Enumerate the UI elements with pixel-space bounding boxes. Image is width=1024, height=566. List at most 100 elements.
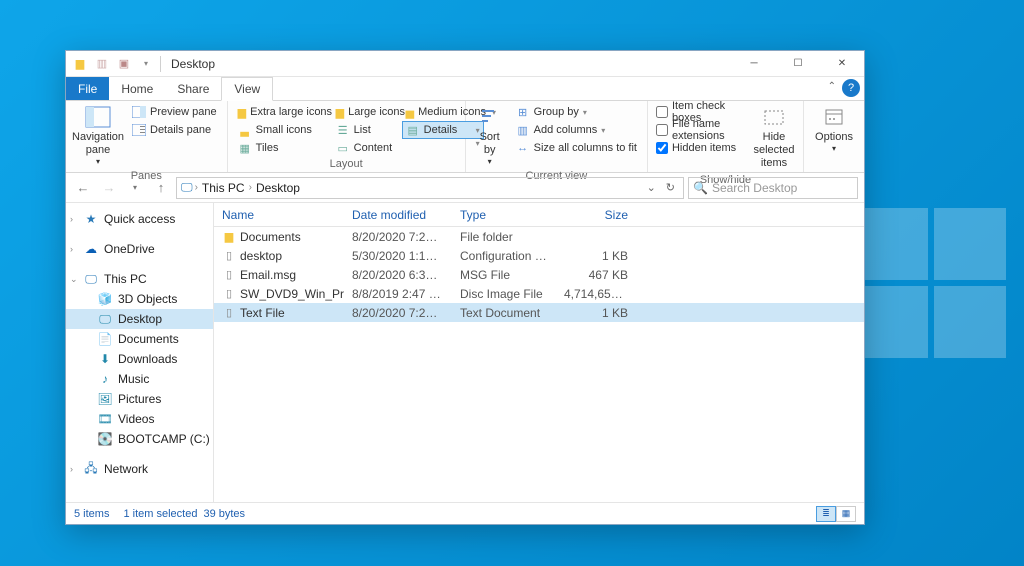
- tab-file[interactable]: File: [66, 77, 109, 100]
- main-area: ›★Quick access ›☁OneDrive ⌄🖵This PC 🧊3D …: [66, 203, 864, 502]
- folder-icon: ♪: [98, 372, 112, 386]
- hideselected-label: Hide selected items: [753, 131, 795, 171]
- ribbon-group-layout: ▆Extra large icons ▆Large icons ▅Medium …: [228, 101, 466, 172]
- view-thumbnails-button[interactable]: ▦: [836, 506, 856, 522]
- nav-up-button[interactable]: ↑: [150, 177, 172, 199]
- address-dropdown-icon[interactable]: ⌄: [643, 181, 660, 194]
- file-date: 8/8/2019 2:47 PM: [344, 287, 452, 301]
- cloud-icon: ☁: [84, 242, 98, 256]
- preview-pane-button[interactable]: Preview pane: [128, 103, 221, 121]
- sidebar-item-desktop[interactable]: 🖵Desktop: [66, 309, 213, 329]
- help-icon[interactable]: ?: [842, 79, 860, 97]
- sidebar-item-downloads[interactable]: ⬇Downloads: [66, 349, 213, 369]
- sidebar-item-bootcamp-c-[interactable]: 💽BOOTCAMP (C:): [66, 429, 213, 449]
- properties-icon[interactable]: ▥: [94, 56, 110, 72]
- quick-access-toolbar: ▆ ▥ ▣ ▾: [72, 56, 154, 72]
- layout-large-button[interactable]: ▆Large icons: [332, 103, 402, 121]
- sidebar-network-label: Network: [104, 462, 148, 476]
- groupby-button[interactable]: ⊞Group by▾: [512, 103, 641, 121]
- nav-history-button[interactable]: ▾: [124, 177, 146, 199]
- file-name: ▯Text File: [214, 306, 344, 320]
- navigation-pane-button[interactable]: Navigation pane▾: [72, 103, 124, 169]
- layout-list-button[interactable]: ☰List: [332, 121, 402, 139]
- sizeall-button[interactable]: ↔ Size all columns to fit: [512, 139, 641, 157]
- sidebar-item-network[interactable]: › 🖧 Network: [66, 459, 213, 479]
- breadcrumb-box[interactable]: 🖵 › This PC › Desktop ⌄ ↻: [176, 177, 684, 199]
- tab-share[interactable]: Share: [165, 77, 221, 100]
- file-type: MSG File: [452, 268, 556, 282]
- folder-icon: 💽: [98, 432, 112, 446]
- view-details-button[interactable]: ≣: [816, 506, 836, 522]
- file-row[interactable]: ▯desktop5/30/2020 1:19 PMConfiguration s…: [214, 246, 864, 265]
- refresh-icon[interactable]: ↻: [662, 181, 679, 194]
- ribbon-collapse-icon[interactable]: ⌃: [828, 81, 836, 92]
- sidebar-item-thispc[interactable]: ⌄🖵This PC: [66, 269, 213, 289]
- chevron-down-icon[interactable]: ⌄: [70, 274, 78, 285]
- file-row[interactable]: ▆Documents8/20/2020 7:20 PMFile folder: [214, 227, 864, 246]
- file-date: 8/20/2020 7:20 PM: [344, 230, 452, 244]
- addcolumns-button[interactable]: ▥Add columns▾: [512, 121, 641, 139]
- medium-icons-icon: ▅: [406, 105, 414, 119]
- breadcrumb-thispc[interactable]: This PC: [200, 181, 247, 195]
- hidden-checkbox[interactable]: Hidden items: [654, 139, 747, 157]
- layout-small-label: Small icons: [256, 124, 312, 136]
- sortby-button[interactable]: Sort by▾: [472, 103, 508, 169]
- tab-view[interactable]: View: [221, 77, 273, 101]
- breadcrumb-desktop[interactable]: Desktop: [254, 181, 302, 195]
- column-name[interactable]: Name: [214, 208, 344, 222]
- file-date: 8/20/2020 6:34 PM: [344, 268, 452, 282]
- nav-forward-button[interactable]: →: [98, 177, 120, 199]
- chevron-right-icon[interactable]: ›: [70, 214, 73, 224]
- layout-tiles-button[interactable]: ▦Tiles: [234, 139, 332, 157]
- column-date[interactable]: Date modified: [344, 208, 452, 222]
- file-row[interactable]: ▯Email.msg8/20/2020 6:34 PMMSG File467 K…: [214, 265, 864, 284]
- layout-content-label: Content: [354, 142, 393, 154]
- network-icon: 🖧: [84, 462, 98, 476]
- minimize-button[interactable]: ─: [732, 51, 776, 77]
- maximize-button[interactable]: ☐: [776, 51, 820, 77]
- size-columns-icon: ↔: [516, 141, 530, 155]
- nav-back-button[interactable]: ←: [72, 177, 94, 199]
- details-pane-button[interactable]: Details pane: [128, 121, 221, 139]
- file-row[interactable]: ▯SW_DVD9_Win_Pro_10_...8/8/2019 2:47 PMD…: [214, 284, 864, 303]
- options-button[interactable]: Options▾: [810, 103, 858, 156]
- search-input[interactable]: 🔍 Search Desktop: [688, 177, 858, 199]
- new-folder-icon[interactable]: ▣: [116, 56, 132, 72]
- file-type: File folder: [452, 230, 556, 244]
- sidebar-item-label: 3D Objects: [118, 292, 177, 306]
- hideselected-button[interactable]: Hide selected items: [751, 103, 797, 173]
- file-type: Configuration setti...: [452, 249, 556, 263]
- layout-content-button[interactable]: ▭ Content: [332, 139, 402, 157]
- close-button[interactable]: ✕: [820, 51, 864, 77]
- sidebar-item-label: Videos: [118, 412, 154, 426]
- chevron-right-icon[interactable]: ›: [70, 464, 73, 474]
- sidebar-item-videos[interactable]: 🎞 Videos: [66, 409, 213, 429]
- sort-icon: [476, 105, 504, 129]
- qat-dropdown-icon[interactable]: ▾: [138, 56, 154, 72]
- sidebar-item-documents[interactable]: 📄Documents: [66, 329, 213, 349]
- file-row[interactable]: ▯Text File8/20/2020 7:26 PMText Document…: [214, 303, 864, 322]
- sidebar-item-music[interactable]: ♪ Music: [66, 369, 213, 389]
- layout-small-button[interactable]: ▃Small icons: [234, 121, 332, 139]
- column-size[interactable]: Size: [556, 208, 636, 222]
- folder-icon: 🖼: [98, 392, 112, 406]
- chevron-right-icon[interactable]: ›: [249, 182, 252, 193]
- sidebar-item-onedrive[interactable]: ›☁OneDrive: [66, 239, 213, 259]
- search-icon: 🔍: [693, 181, 708, 195]
- folder-icon: 🎞: [98, 412, 112, 426]
- fileext-checkbox[interactable]: File name extensions: [654, 121, 747, 139]
- sidebar-item-3d-objects[interactable]: 🧊3D Objects: [66, 289, 213, 309]
- tab-home[interactable]: Home: [109, 77, 165, 100]
- sidebar-item-label: Music: [118, 372, 149, 386]
- column-type[interactable]: Type: [452, 208, 556, 222]
- star-icon: ★: [84, 212, 98, 226]
- groupby-label: Group by: [534, 106, 579, 118]
- content-icon: ▭: [336, 141, 350, 155]
- sizeall-label: Size all columns to fit: [534, 142, 637, 154]
- sidebar-item-pictures[interactable]: 🖼Pictures: [66, 389, 213, 409]
- layout-extra-large-button[interactable]: ▆Extra large icons: [234, 103, 332, 121]
- chevron-right-icon[interactable]: ›: [195, 182, 198, 193]
- chevron-right-icon[interactable]: ›: [70, 244, 73, 254]
- sidebar-item-quickaccess[interactable]: ›★Quick access: [66, 209, 213, 229]
- status-size: 39 bytes: [203, 508, 245, 520]
